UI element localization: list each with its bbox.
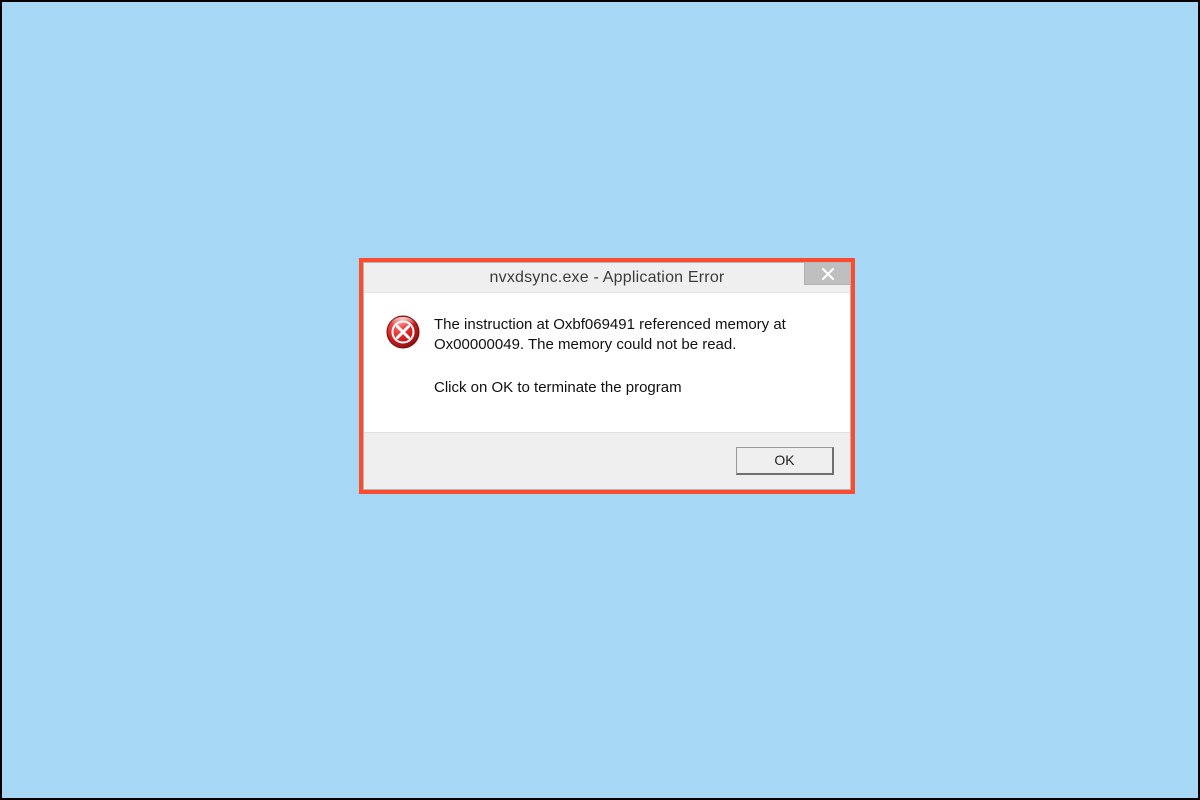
error-message-primary: The instruction at Oxbf069491 referenced… [434,315,828,356]
close-icon [822,268,834,280]
error-dialog: nvxdsync.exe - Application Error [363,262,851,490]
dialog-icon-column [386,315,430,398]
error-icon [386,315,420,349]
dialog-titlebar[interactable]: nvxdsync.exe - Application Error [364,263,850,293]
error-message-secondary: Click on OK to terminate the program [434,378,828,398]
ok-button[interactable]: OK [736,447,834,475]
close-button[interactable] [804,263,850,285]
dialog-message-column: The instruction at Oxbf069491 referenced… [430,315,828,398]
page-background: nvxdsync.exe - Application Error [0,0,1200,800]
dialog-title: nvxdsync.exe - Application Error [364,269,850,287]
dialog-body: The instruction at Oxbf069491 referenced… [364,293,850,433]
dialog-highlight-frame: nvxdsync.exe - Application Error [359,258,855,494]
dialog-footer: OK [364,433,850,489]
